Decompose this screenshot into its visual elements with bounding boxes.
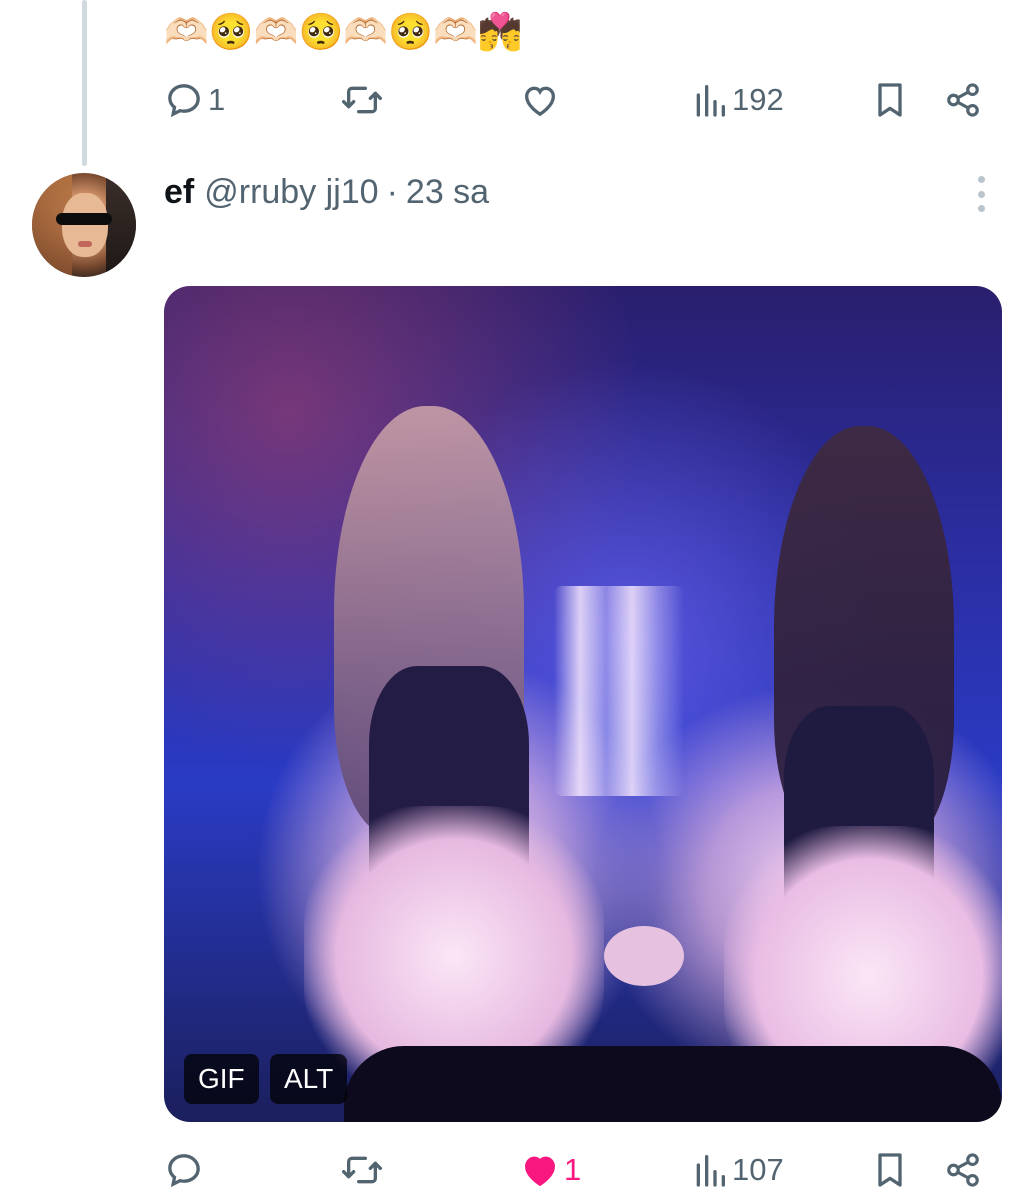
more-options-button[interactable]	[966, 176, 996, 212]
previous-tweet-action-bar: 1 192	[0, 70, 1026, 130]
share-nodes-icon	[947, 1153, 979, 1187]
views-count: 107	[732, 1152, 784, 1187]
retweet-arrows-icon	[341, 1156, 382, 1184]
retweet-arrows-icon	[341, 86, 382, 114]
reply-button[interactable]	[164, 1140, 208, 1200]
views-button[interactable]: 107	[692, 1140, 784, 1200]
alt-text-badge[interactable]: ALT	[270, 1054, 348, 1104]
tweet-action-bar: 1 107	[0, 1140, 1026, 1200]
share-button[interactable]	[944, 1140, 982, 1200]
author-name[interactable]: ef	[164, 173, 194, 212]
previous-tweet-text: 🫶🏻🥺🫶🏻🥺🫶🏻🥺🫶🏻💏	[164, 12, 523, 53]
avatar-face	[62, 193, 108, 257]
avatar-background	[106, 173, 136, 277]
like-button[interactable]	[520, 70, 564, 130]
like-button[interactable]: 1	[520, 1140, 581, 1200]
heart-icon	[524, 1156, 556, 1187]
avatar-sunglasses	[56, 213, 112, 225]
views-count: 192	[732, 82, 784, 117]
share-nodes-icon	[947, 83, 979, 117]
tweet-timestamp[interactable]: 23 sa	[406, 173, 489, 212]
speech-bubble-icon	[168, 84, 200, 118]
tweet-media-gif[interactable]: GIF ALT	[164, 286, 1002, 1122]
bookmark-icon	[878, 1153, 902, 1187]
avatar[interactable]	[32, 173, 136, 277]
vertical-dots-icon	[977, 176, 985, 183]
bookmark-icon	[878, 83, 902, 117]
share-button[interactable]	[944, 70, 982, 130]
header-separator: ·	[386, 172, 398, 211]
speech-bubble-icon	[168, 1154, 200, 1188]
like-count: 1	[564, 1152, 582, 1187]
bookmark-button[interactable]	[872, 1140, 908, 1200]
bar-chart-icon	[696, 85, 725, 117]
bar-chart-icon	[696, 1155, 725, 1187]
bookmark-button[interactable]	[872, 70, 908, 130]
heart-icon	[524, 86, 556, 117]
tweet-header: ef @rruby jj10 · 23 sa	[164, 168, 489, 216]
reply-button[interactable]: 1	[164, 70, 225, 130]
views-button[interactable]: 192	[692, 70, 784, 130]
reply-count: 1	[208, 82, 226, 117]
author-handle[interactable]: @rruby jj10	[204, 173, 378, 212]
retweet-button[interactable]	[340, 70, 388, 130]
avatar-lips	[78, 241, 92, 247]
gif-badge[interactable]: GIF	[184, 1054, 259, 1104]
retweet-button[interactable]	[340, 1140, 388, 1200]
